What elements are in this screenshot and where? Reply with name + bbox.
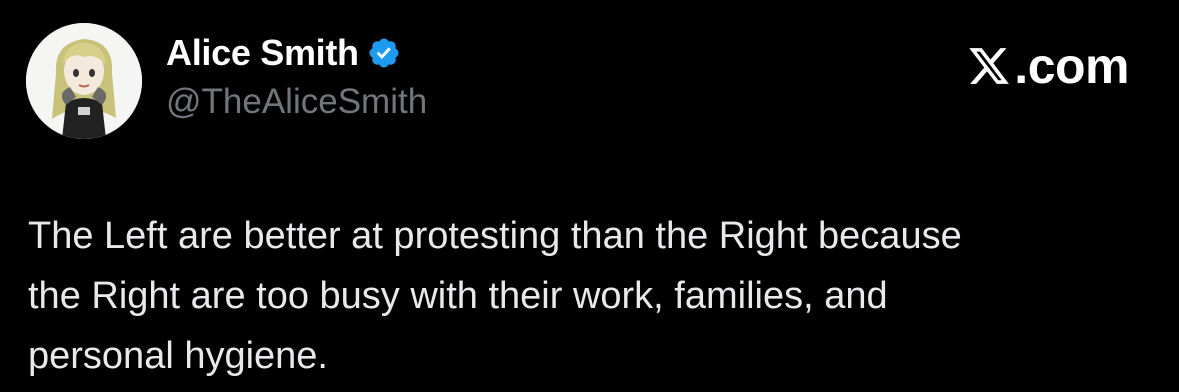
tweet-body-text: The Left are better at protesting than t… <box>28 215 962 377</box>
author-name-row: Alice Smith <box>166 30 401 76</box>
cartoon-alice-avatar-icon <box>26 23 142 139</box>
tweet-card: Alice Smith @TheAliceSmith .com The Left… <box>0 0 1179 392</box>
avatar[interactable] <box>26 23 142 139</box>
author-handle[interactable]: @TheAliceSmith <box>166 82 427 122</box>
x-com-brand: .com <box>966 38 1129 94</box>
x-logo-icon <box>969 48 1010 84</box>
author-display-name[interactable]: Alice Smith <box>166 32 359 74</box>
verified-badge-icon <box>367 36 401 70</box>
brand-domain-text: .com <box>1014 38 1129 94</box>
